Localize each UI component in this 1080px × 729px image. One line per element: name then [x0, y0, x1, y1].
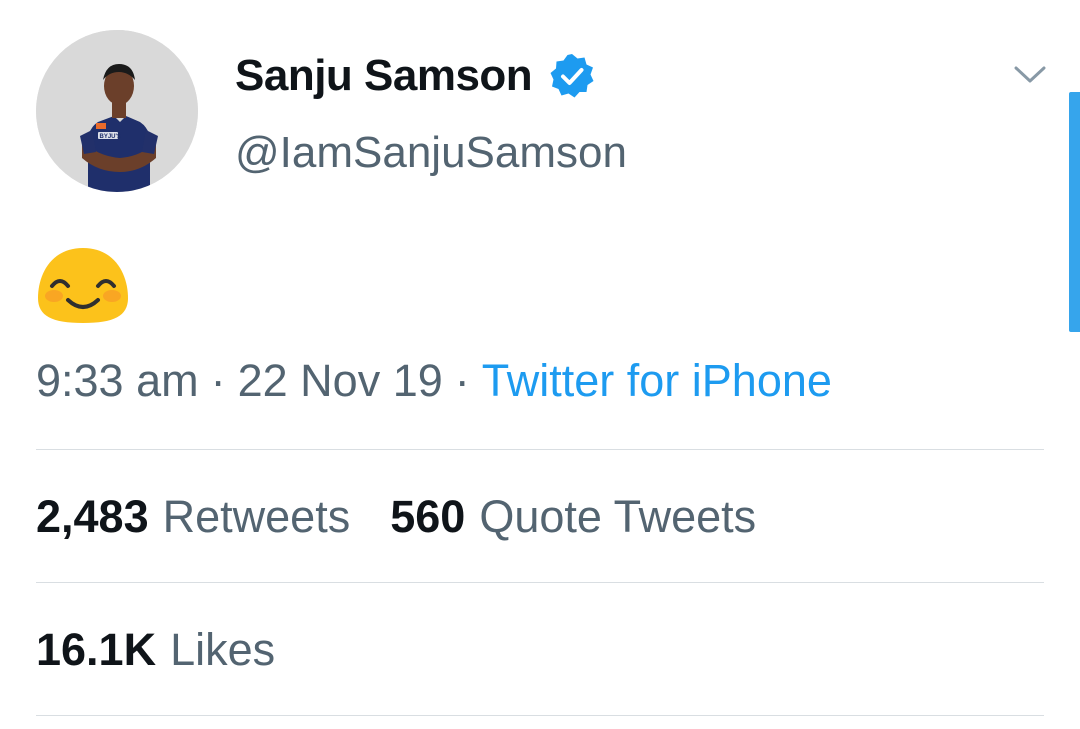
chevron-down-icon[interactable]	[1013, 62, 1047, 88]
display-name[interactable]: Sanju Samson	[235, 51, 533, 101]
quote-tweets-count: 560	[390, 491, 466, 542]
verified-badge-icon	[550, 54, 594, 98]
meta-separator: ·	[454, 355, 470, 406]
divider	[36, 715, 1044, 716]
avatar[interactable]: BYJU'S	[36, 30, 198, 192]
likes-label: Likes	[170, 624, 276, 675]
tweet-detail: BYJU'S Sanju Samson @IamSanjuSamson 9:33…	[0, 0, 1080, 729]
scrollbar[interactable]	[1069, 92, 1080, 332]
likes-row: 16.1K Likes	[36, 621, 315, 679]
tweet-date[interactable]: 22 Nov 19	[238, 355, 443, 407]
tweet-text	[36, 246, 130, 324]
likes-count: 16.1K	[36, 624, 157, 675]
svg-text:BYJU'S: BYJU'S	[100, 134, 121, 140]
meta-separator: ·	[210, 355, 226, 406]
retweets-count: 2,483	[36, 491, 149, 542]
likes-stat[interactable]: 16.1K Likes	[36, 624, 275, 676]
smiling-face-emoji-icon	[38, 248, 128, 323]
display-name-row[interactable]: Sanju Samson	[235, 50, 596, 102]
tweet-source-link[interactable]: Twitter for iPhone	[482, 355, 832, 407]
tweet-time[interactable]: 9:33 am	[36, 355, 199, 407]
retweets-stat[interactable]: 2,483 Retweets	[36, 491, 350, 543]
user-handle[interactable]: @IamSanjuSamson	[235, 128, 627, 178]
quote-tweets-stat[interactable]: 560 Quote Tweets	[390, 491, 756, 543]
divider	[36, 582, 1044, 583]
avatar-photo: BYJU'S	[36, 30, 198, 192]
divider	[36, 449, 1044, 450]
tweet-meta: 9:33 am · 22 Nov 19 · Twitter for iPhone	[36, 352, 832, 410]
engagement-stats: 2,483 Retweets 560 Quote Tweets	[36, 488, 796, 546]
quote-tweets-label: Quote Tweets	[479, 491, 757, 542]
retweets-label: Retweets	[162, 491, 351, 542]
